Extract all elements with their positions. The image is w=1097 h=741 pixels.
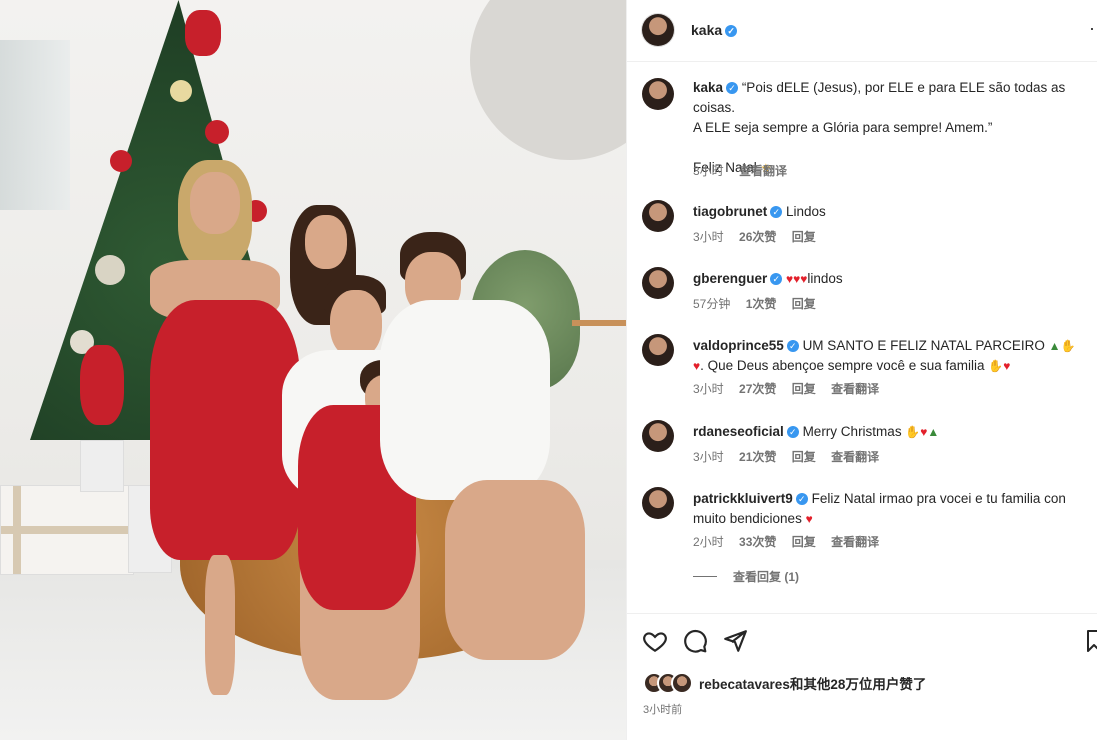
comment-time: 2小时 — [693, 535, 724, 549]
window — [0, 40, 70, 210]
woman-legs — [205, 555, 235, 695]
comment-icon[interactable] — [682, 628, 708, 654]
ornament — [95, 255, 125, 285]
praying-hands-emoji-icon: ✋ — [988, 359, 1004, 373]
view-replies-button[interactable]: 查看回复 (1) — [693, 568, 799, 585]
commenter-avatar[interactable] — [642, 334, 674, 366]
comment-time: 3小时 — [693, 450, 724, 464]
reply-button[interactable]: 回复 — [792, 297, 816, 311]
comment-like-count[interactable]: 33次赞 — [739, 535, 776, 549]
post-photo[interactable] — [0, 0, 626, 740]
more-dots-icon[interactable]: ·· — [1089, 18, 1097, 39]
gift-box — [80, 440, 124, 492]
replies-divider — [693, 576, 717, 577]
gift-box — [0, 485, 134, 575]
man-face — [330, 290, 382, 358]
caption-text-line-2: A ELE seja sempre a Glória para sempre! … — [693, 120, 993, 135]
heart-emoji-icon: ♥ — [1003, 359, 1011, 373]
comment-text: UM SANTO E FELIZ NATAL PARCEIRO — [802, 338, 1045, 353]
verified-badge-icon: ✓ — [786, 426, 799, 438]
author-avatar[interactable] — [642, 14, 674, 46]
reply-button[interactable]: 回复 — [792, 450, 816, 464]
christmas-tree-emoji-icon: ▲ — [1048, 339, 1061, 353]
woman-red-dress — [150, 300, 300, 560]
like-heart-icon[interactable] — [642, 628, 668, 654]
verified-badge-icon: ✓ — [726, 82, 739, 94]
girl-face — [305, 215, 347, 269]
reply-button[interactable]: 回复 — [792, 535, 816, 549]
praying-hands-emoji-icon: ✋ — [905, 425, 921, 439]
liker-avatar[interactable] — [671, 672, 693, 694]
save-bookmark-icon[interactable] — [1087, 628, 1097, 654]
verified-badge-icon: ✓ — [770, 273, 783, 285]
commenter-avatar[interactable] — [642, 200, 674, 232]
mickey-plush — [80, 345, 124, 425]
verified-badge-icon: ✓ — [786, 340, 799, 352]
see-translation-link[interactable]: 查看翻译 — [831, 450, 879, 464]
caption-text-line-1: “Pois dELE (Jesus), por ELE e para ELE s… — [693, 80, 1066, 115]
comment-like-count[interactable]: 1次赞 — [746, 297, 777, 311]
author-username[interactable]: kaka ✓ — [691, 22, 738, 38]
comment-item: gberenguer ✓ ♥♥♥lindos 57分钟 1次赞 回复 — [642, 267, 1092, 317]
author-avatar[interactable] — [642, 78, 674, 110]
comment-text: Lindos — [786, 204, 826, 219]
share-send-icon[interactable] — [722, 628, 748, 654]
commenter-avatar[interactable] — [642, 487, 674, 519]
boy-legs — [445, 480, 585, 660]
ornament — [110, 150, 132, 172]
comment-item: valdoprince55 ✓ UM SANTO E FELIZ NATAL PA… — [642, 334, 1092, 404]
staircase-arch — [470, 0, 626, 160]
liked-by-text[interactable]: rebecatavares和其他28万位用户赞了 — [699, 677, 926, 692]
comment-username[interactable]: tiagobrunet — [693, 204, 767, 219]
post-timestamp[interactable]: 3小时前 — [643, 701, 682, 717]
view-replies-label[interactable]: 查看回复 (1) — [733, 570, 799, 584]
post-header: kaka✓ ·· — [627, 0, 1097, 62]
boy-white-outfit — [380, 300, 550, 500]
commenter-avatar[interactable] — [642, 420, 674, 452]
heart-emoji-icon: ♥ — [920, 425, 928, 439]
commenter-avatar[interactable] — [642, 267, 674, 299]
caption-username[interactable]: kaka — [693, 80, 723, 95]
comment-like-count[interactable]: 26次赞 — [739, 230, 776, 244]
heart-emoji-icon: ♥ — [805, 512, 813, 526]
ornament — [205, 120, 229, 144]
comment-username[interactable]: gberenguer — [693, 271, 767, 286]
minnie-plush — [185, 10, 221, 56]
comment-time: 57分钟 — [693, 297, 731, 311]
comment-like-count[interactable]: 27次赞 — [739, 382, 776, 396]
reply-button[interactable]: 回复 — [792, 230, 816, 244]
verified-badge-icon: ✓ — [795, 493, 808, 505]
caption: kaka ✓ “Pois dELE (Jesus), por ELE e para… — [642, 78, 1092, 188]
caption-time: 3小时 — [693, 164, 724, 178]
comment-item: patrickkluivert9 ✓ Feliz Natal irmao pra … — [642, 487, 1092, 557]
side-table — [572, 320, 626, 386]
comment-username[interactable]: patrickkluivert9 — [693, 491, 793, 506]
comment-username[interactable]: rdaneseoficial — [693, 424, 784, 439]
post-actions: rebecatavares和其他28万位用户赞了 3小时前 — [627, 613, 1097, 741]
comment-text-line-2: . Que Deus abençoe sempre você e sua fam… — [700, 358, 985, 373]
see-translation-link[interactable]: 查看翻译 — [831, 535, 879, 549]
see-translation-link[interactable]: 查看翻译 — [831, 382, 879, 396]
heart-emoji-icon: ♥♥♥ — [786, 272, 808, 286]
comment-time: 3小时 — [693, 230, 724, 244]
see-translation-link[interactable]: 查看翻译 — [739, 164, 787, 178]
verified-badge-icon: ✓ — [725, 25, 738, 37]
verified-badge-icon: ✓ — [770, 206, 783, 218]
comment-time: 3小时 — [693, 382, 724, 396]
ornament — [170, 80, 192, 102]
comment-item: tiagobrunet ✓ Lindos 3小时 26次赞 回复 — [642, 200, 1092, 250]
comment-text: lindos — [807, 271, 843, 286]
author-name[interactable]: kaka — [691, 22, 722, 38]
woman-face — [190, 172, 240, 234]
liked-by[interactable]: rebecatavares和其他28万位用户赞了 — [643, 672, 926, 696]
post-side-panel: kaka✓ ·· kaka✓ “Pois dELE (Jesus), por E… — [626, 0, 1097, 740]
comment-item: rdaneseoficial ✓ Merry Christmas ✋♥▲ 3小时 … — [642, 420, 1092, 470]
comment-like-count[interactable]: 21次赞 — [739, 450, 776, 464]
christmas-tree-emoji-icon: ▲ — [927, 425, 940, 439]
comment-username[interactable]: valdoprince55 — [693, 338, 784, 353]
comment-text: Merry Christmas — [802, 424, 902, 439]
praying-hands-emoji-icon: ✋ — [1060, 339, 1076, 353]
reply-button[interactable]: 回复 — [792, 382, 816, 396]
comments-list[interactable]: kaka ✓ “Pois dELE (Jesus), por ELE e para… — [627, 62, 1097, 612]
